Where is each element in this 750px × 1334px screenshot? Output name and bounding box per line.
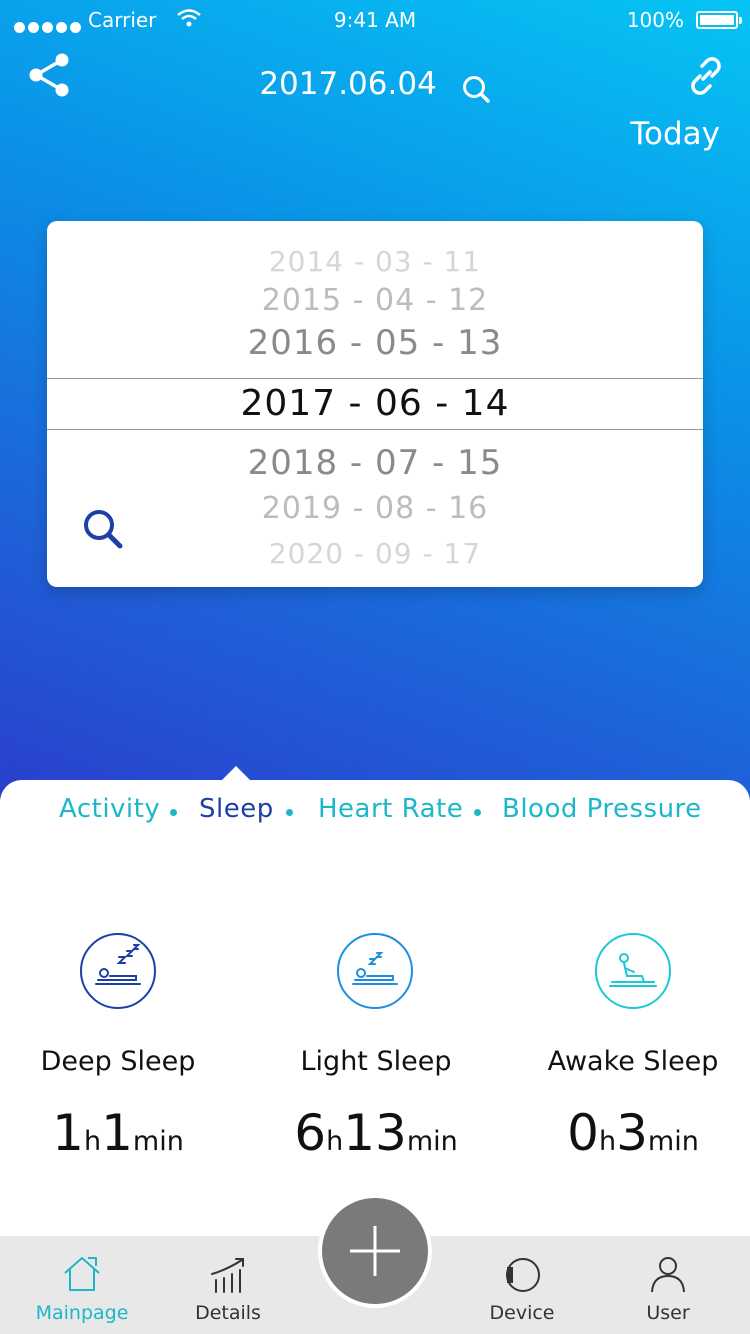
link-icon[interactable] (684, 54, 728, 98)
nav-details[interactable]: Details (163, 1236, 293, 1334)
search-icon[interactable] (461, 74, 491, 104)
minutes-unit: min (647, 1126, 699, 1157)
picker-row[interactable]: 2015 - 04 - 12 (47, 283, 703, 318)
nav-device[interactable]: Device (457, 1236, 587, 1334)
light-sleep-icon (336, 932, 414, 1010)
picker-row[interactable]: 2014 - 03 - 11 (47, 245, 703, 278)
header-date-text: 2017.06.04 (259, 66, 437, 102)
tab-separator (474, 809, 481, 816)
nav-user-label: User (646, 1302, 690, 1324)
picker-row[interactable]: 2016 - 05 - 13 (47, 323, 703, 363)
metric-tabs: Activity Sleep Heart Rate Blood Pressure (0, 794, 750, 834)
hours-unit: h (598, 1126, 617, 1157)
awake-sleep-label: Awake Sleep (547, 1046, 719, 1077)
tab-activity[interactable]: Activity (59, 794, 160, 824)
tab-heart-rate[interactable]: Heart Rate (318, 794, 463, 824)
awake-sleep-value: 0h3min (508, 1104, 750, 1162)
nav-user[interactable]: User (603, 1236, 733, 1334)
date-picker[interactable]: 2014 - 03 - 11 2015 - 04 - 12 2016 - 05 … (47, 221, 703, 587)
awake-icon (594, 932, 672, 1010)
picker-divider-top (47, 378, 703, 379)
hours-unit: h (326, 1126, 344, 1157)
add-button[interactable] (322, 1198, 428, 1304)
minutes-unit: min (406, 1126, 458, 1157)
awake-sleep-minutes: 3 (616, 1104, 648, 1162)
deep-sleep-icon (79, 932, 157, 1010)
hours-unit: h (83, 1126, 102, 1157)
device-icon (506, 1258, 540, 1292)
light-sleep-label: Light Sleep (300, 1046, 452, 1077)
today-button[interactable]: Today (630, 116, 720, 152)
search-icon[interactable] (81, 507, 125, 551)
header-date[interactable]: 2017.06.04 (0, 64, 750, 104)
user-icon (651, 1257, 685, 1293)
picker-row[interactable]: 2020 - 09 - 17 (47, 537, 703, 570)
picker-row[interactable]: 2019 - 08 - 16 (47, 491, 703, 526)
nav-mainpage[interactable]: Mainpage (17, 1236, 147, 1334)
chart-icon (211, 1258, 244, 1293)
deep-sleep-hours: 1 (52, 1104, 84, 1162)
nav-mainpage-label: Mainpage (35, 1302, 129, 1324)
picker-row[interactable]: 2018 - 07 - 15 (47, 443, 703, 483)
picker-row-selected[interactable]: 2017 - 06 - 14 (47, 383, 703, 424)
nav-device-label: Device (489, 1302, 555, 1324)
awake-sleep-hours: 0 (567, 1104, 599, 1162)
light-sleep-hours: 6 (294, 1104, 327, 1162)
minutes-unit: min (132, 1126, 184, 1157)
tab-sleep[interactable]: Sleep (199, 794, 274, 824)
home-icon (64, 1257, 100, 1291)
plus-icon (350, 1226, 400, 1276)
tab-blood-pressure[interactable]: Blood Pressure (502, 794, 702, 824)
deep-sleep-value: 1h1min (0, 1104, 243, 1162)
battery-icon (696, 11, 742, 29)
status-bar: Carrier 9:41 AM 100% (0, 0, 750, 40)
nav-details-label: Details (195, 1302, 261, 1324)
deep-sleep-minutes: 1 (101, 1104, 133, 1162)
tab-separator (170, 809, 177, 816)
deep-sleep-label: Deep Sleep (40, 1046, 196, 1077)
tab-pointer (221, 766, 251, 781)
light-sleep-minutes: 13 (343, 1104, 407, 1162)
light-sleep-value: 6h13min (251, 1104, 501, 1162)
tab-separator (286, 809, 293, 816)
picker-divider-bottom (47, 429, 703, 430)
battery-percent: 100% (626, 8, 684, 32)
